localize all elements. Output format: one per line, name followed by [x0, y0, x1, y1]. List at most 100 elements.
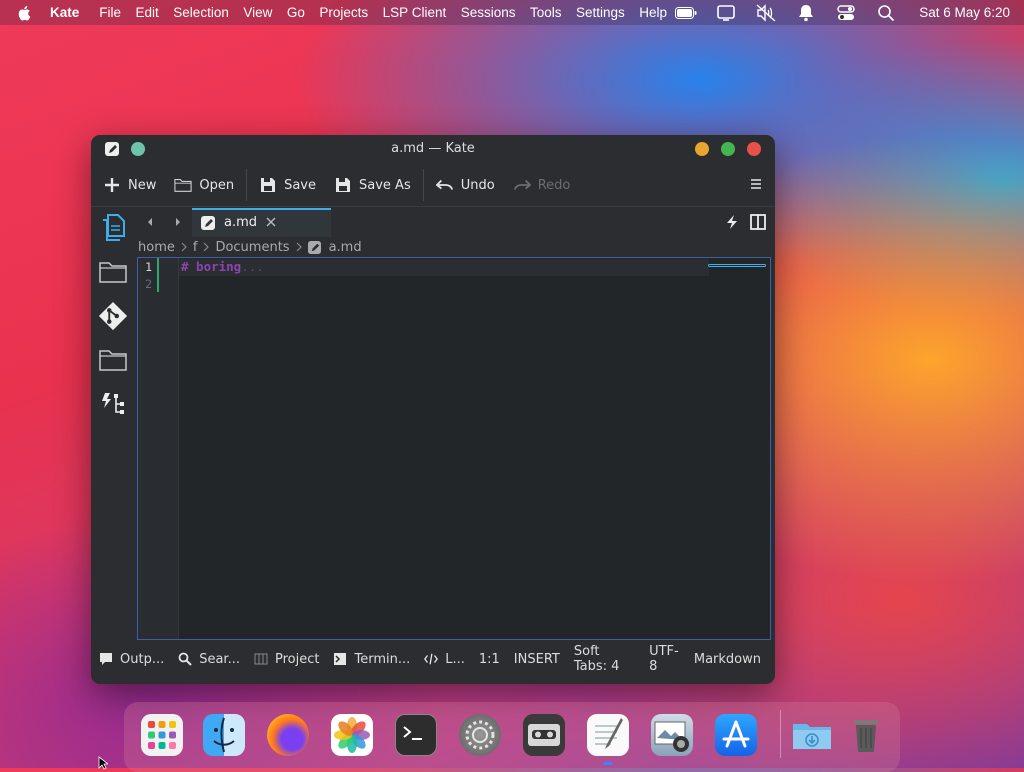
git-icon[interactable] [98, 301, 128, 331]
battery-icon[interactable] [675, 4, 697, 22]
breadcrumb-documents[interactable]: Documents [215, 240, 289, 255]
breadcrumb: home f Documents a.md [138, 237, 362, 257]
quick-open-icon[interactable] [725, 214, 739, 230]
save-icon [259, 176, 277, 194]
tab-bar: a.md [136, 207, 775, 237]
chevron-right-icon [204, 242, 210, 252]
title-bar[interactable]: a.md — Kate [91, 135, 775, 163]
launchpad-icon[interactable] [141, 714, 183, 756]
input-mode[interactable]: INSERT [514, 652, 560, 667]
apple-logo-icon[interactable] [16, 4, 34, 22]
menu-lsp-client[interactable]: LSP Client [383, 5, 447, 20]
projects-folder-icon[interactable] [98, 345, 128, 375]
markdown-heading-text: # boring [181, 259, 242, 274]
terminal-icon [333, 652, 347, 666]
notifications-icon[interactable] [795, 4, 817, 22]
modified-line-marker [157, 258, 159, 292]
screenshot-icon[interactable] [651, 714, 693, 756]
search-label: Sear... [199, 651, 240, 667]
menu-edit[interactable]: Edit [136, 5, 159, 20]
display-icon[interactable] [715, 4, 737, 22]
hamburger-menu-icon[interactable] [749, 177, 763, 191]
menu-sessions[interactable]: Sessions [461, 5, 516, 20]
minimap[interactable] [708, 258, 768, 639]
window-title: a.md — Kate [391, 141, 475, 156]
minimize-button[interactable] [695, 142, 709, 156]
menu-file[interactable]: File [99, 5, 121, 20]
symbol-outline-icon[interactable] [98, 389, 128, 419]
dock [124, 702, 900, 772]
app-name-menu[interactable]: Kate [50, 5, 79, 20]
menu-projects[interactable]: Projects [319, 5, 368, 20]
syntax-mode[interactable]: Markdown [694, 652, 761, 667]
firefox-icon[interactable] [267, 714, 309, 756]
minimap-viewport[interactable] [708, 264, 766, 267]
close-tab-icon[interactable] [265, 216, 277, 228]
menu-help[interactable]: Help [639, 5, 667, 20]
trash-icon[interactable] [845, 714, 887, 756]
previous-tab-arrow-icon[interactable] [144, 215, 156, 229]
lsp-panel-button[interactable]: L... [424, 652, 465, 667]
breadcrumb-file[interactable]: a.md [329, 240, 362, 255]
code-line-1: # boring... [181, 259, 264, 274]
next-tab-arrow-icon[interactable] [172, 215, 184, 229]
encoding-setting[interactable]: UTF-8 [649, 644, 680, 674]
folder-icon [174, 176, 192, 194]
spellcheck-ellipsis: ... [241, 259, 264, 274]
finder-icon[interactable] [203, 714, 245, 756]
tab-a-md[interactable]: a.md [192, 208, 331, 237]
project-panel-button[interactable]: Project [254, 652, 319, 667]
terminal-icon[interactable] [395, 714, 437, 756]
save-as-label: Save As [359, 177, 411, 193]
menu-tools[interactable]: Tools [530, 5, 562, 20]
clock[interactable]: Sat 6 May 6:20 [919, 5, 1010, 20]
cursor-position[interactable]: 1:1 [479, 652, 500, 667]
markdown-file-icon [307, 240, 321, 254]
system-preferences-icon[interactable] [459, 714, 501, 756]
menu-bar: Kate File Edit Selection View Go Project… [0, 0, 1024, 25]
project-panel-icon [254, 652, 268, 666]
open-button[interactable]: Open [168, 170, 240, 200]
toolbar-separator [422, 169, 424, 201]
running-app-indicator [603, 762, 613, 765]
controls-icon[interactable] [835, 4, 857, 22]
split-view-icon[interactable] [750, 214, 766, 230]
breadcrumb-home[interactable]: home [138, 240, 175, 255]
output-label: Outp... [120, 651, 165, 667]
app-store-icon[interactable] [715, 714, 757, 756]
terminal-panel-button[interactable]: Termin... [333, 652, 410, 667]
text-editor-icon[interactable] [587, 714, 629, 756]
redo-button[interactable]: Redo [507, 170, 577, 200]
redo-icon [513, 176, 531, 194]
mute-icon[interactable] [755, 3, 777, 22]
save-button[interactable]: Save [253, 170, 322, 200]
speech-bubble-icon [99, 652, 113, 666]
menu-selection[interactable]: Selection [173, 5, 229, 20]
save-label: Save [284, 177, 317, 193]
output-panel-button[interactable]: Outp... [99, 652, 164, 667]
undo-icon [435, 176, 454, 194]
downloads-folder-icon[interactable] [791, 714, 833, 756]
search-icon[interactable] [875, 4, 897, 22]
photos-icon[interactable] [331, 714, 373, 756]
tape-recorder-icon[interactable] [523, 714, 565, 756]
line-number-gutter[interactable]: 1 2 [138, 258, 179, 639]
kate-window: a.md — Kate New Open Save Save As Undo R… [91, 135, 775, 684]
search-panel-button[interactable]: Sear... [178, 652, 240, 667]
menu-go[interactable]: Go [287, 5, 305, 20]
menu-view[interactable]: View [243, 5, 272, 20]
search-icon [178, 652, 192, 666]
save-as-button[interactable]: Save As [328, 170, 417, 200]
text-editor-area[interactable]: 1 2 # boring... [137, 257, 771, 640]
filesystem-browser-icon[interactable] [98, 257, 128, 287]
breadcrumb-f[interactable]: f [193, 240, 198, 255]
undo-button[interactable]: Undo [430, 170, 501, 200]
maximize-button[interactable] [721, 142, 735, 156]
indentation-setting[interactable]: Soft Tabs: 4 [574, 644, 635, 674]
line-number: 1 [145, 260, 152, 274]
menu-settings[interactable]: Settings [576, 5, 625, 20]
new-button[interactable]: New [97, 170, 162, 200]
documents-sidebar-icon[interactable] [98, 213, 128, 243]
save-as-icon [334, 176, 352, 194]
close-button[interactable] [747, 142, 761, 156]
